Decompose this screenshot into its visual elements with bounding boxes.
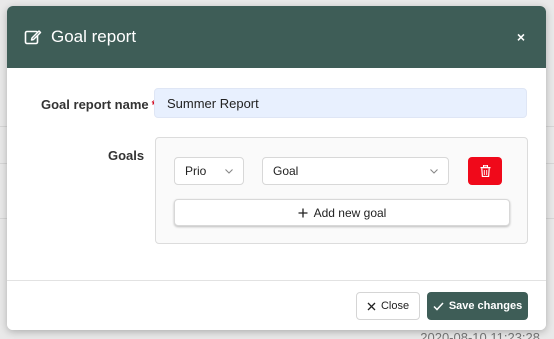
chevron-down-icon	[225, 168, 233, 174]
trash-icon	[480, 165, 491, 177]
priority-select-value: Prio	[185, 164, 207, 178]
goal-select[interactable]: Goal	[262, 157, 449, 185]
goals-label: Goals	[108, 148, 145, 163]
goal-report-modal: Goal report × Goal report name* Goals Pr…	[7, 6, 546, 330]
report-name-input[interactable]	[154, 88, 527, 118]
chevron-down-icon	[430, 168, 438, 174]
modal-title: Goal report	[51, 27, 137, 46]
report-name-label: Goal report name*	[41, 97, 157, 112]
x-icon	[367, 302, 376, 311]
close-button-label: Close	[380, 300, 410, 312]
modal-header: Goal report ×	[7, 6, 546, 68]
add-goal-button[interactable]: Add new goal	[174, 199, 510, 226]
modal-footer: Close Save changes	[7, 280, 546, 330]
add-goal-label: Add new goal	[313, 205, 387, 220]
report-name-label-text: Goal report name	[41, 97, 149, 112]
save-button-label: Save changes	[448, 300, 523, 312]
plus-icon	[298, 206, 308, 220]
close-button[interactable]: Close	[356, 292, 420, 320]
delete-goal-button[interactable]	[468, 157, 502, 185]
goal-select-value: Goal	[273, 164, 299, 178]
modal-body: Goal report name* Goals Prio Goal	[7, 68, 546, 280]
edit-icon	[24, 28, 42, 46]
save-changes-button[interactable]: Save changes	[427, 292, 528, 320]
close-icon[interactable]: ×	[514, 29, 528, 45]
priority-select[interactable]: Prio	[174, 157, 244, 185]
check-icon	[433, 301, 444, 311]
background-timestamp: 2020-08-10 11:23:28	[420, 330, 540, 339]
goals-panel: Prio Goal Add new goal	[155, 137, 528, 244]
